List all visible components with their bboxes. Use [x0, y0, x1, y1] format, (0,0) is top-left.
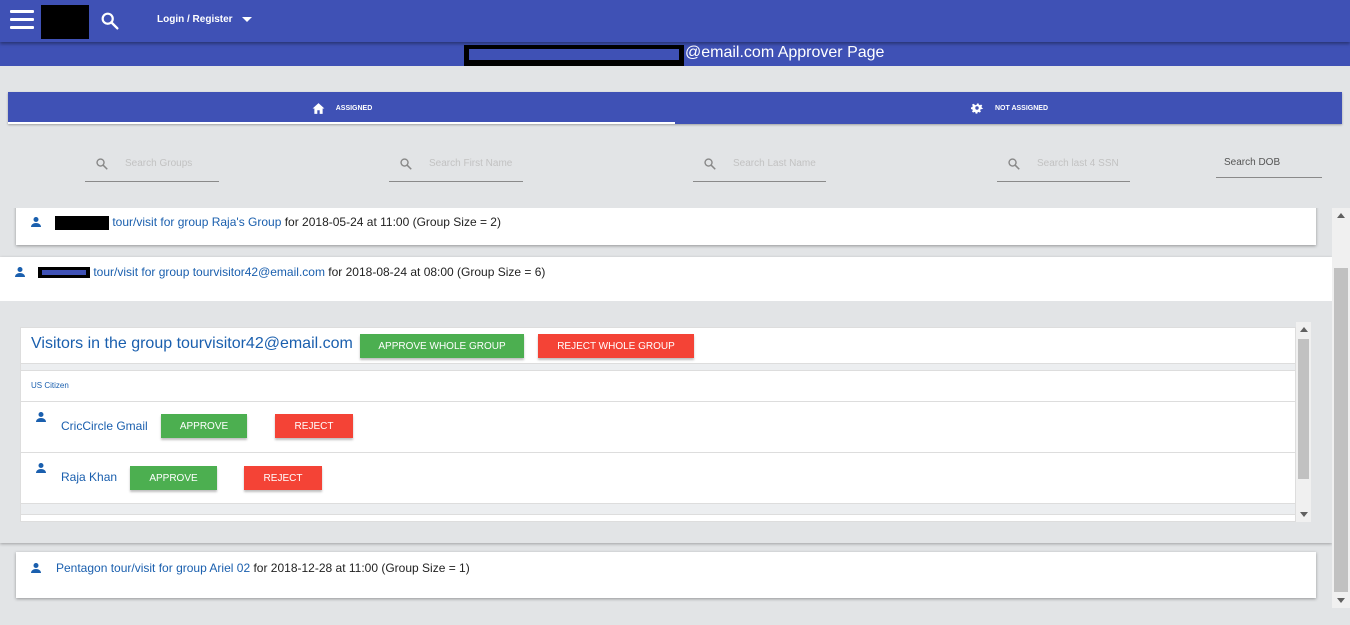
tour-details: for 2018-12-28 at 11:00 (Group Size = 1) — [253, 561, 470, 575]
search-dob-input[interactable] — [1224, 157, 1319, 168]
chevron-down-icon[interactable] — [242, 17, 252, 22]
tour-card[interactable]: Pentagon tour/visit for group Ariel 02 f… — [16, 552, 1316, 598]
tab-not-assigned[interactable]: NOT ASSIGNED — [675, 92, 1342, 124]
visitors-panel: Visitors in the group tourvisitor42@emai… — [20, 327, 1296, 522]
visitors-table: US Citizen CricCircle Gmail APPROVE REJE… — [21, 370, 1295, 504]
person-icon — [36, 412, 46, 422]
approve-whole-group-button[interactable]: APPROVE WHOLE GROUP — [360, 334, 524, 358]
search-last-name-input[interactable] — [733, 158, 823, 169]
scrollbar-thumb[interactable] — [1298, 339, 1309, 479]
scrollbar-thumb[interactable] — [1334, 268, 1348, 592]
page-title-bar: @email.com Approver Page — [0, 42, 1350, 66]
tab-assigned-label: ASSIGNED — [335, 104, 373, 112]
reject-button[interactable]: REJECT — [244, 466, 322, 490]
search-dob-field — [1216, 150, 1322, 178]
person-icon — [31, 563, 41, 573]
page-title: @email.com Approver Page — [685, 44, 885, 61]
person-icon — [15, 267, 25, 277]
top-app-bar: Login / Register — [0, 0, 1350, 42]
tour-row-text: Pentagon tour/visit for group Ariel 02 f… — [56, 561, 470, 575]
menu-icon[interactable] — [10, 10, 34, 30]
tour-details: for 2018-05-24 at 11:00 (Group Size = 2) — [284, 215, 501, 229]
tour-link[interactable]: tour/visit for group Raja's Group — [112, 215, 281, 229]
search-icon — [400, 158, 412, 170]
home-icon — [312, 102, 325, 114]
search-ssn-field — [997, 150, 1130, 182]
redacted-name — [38, 267, 90, 279]
scroll-up-icon[interactable] — [1300, 327, 1308, 332]
visitors-panel-header: Visitors in the group tourvisitor42@emai… — [21, 328, 1295, 364]
visitors-panel-title: Visitors in the group tourvisitor42@emai… — [31, 335, 353, 352]
tab-bar: ASSIGNED NOT ASSIGNED — [8, 92, 1342, 124]
tab-not-assigned-label: NOT ASSIGNED — [994, 104, 1049, 112]
tour-card-expanded: tour/visit for group tourvisitor42@email… — [0, 257, 1332, 543]
gear-icon — [970, 103, 984, 114]
person-icon — [31, 217, 41, 227]
scroll-down-icon[interactable] — [1337, 598, 1345, 603]
search-ssn-input[interactable] — [1037, 158, 1127, 169]
search-groups-field — [85, 150, 219, 182]
tour-card[interactable]: tour/visit for group Raja's Group for 20… — [16, 208, 1316, 245]
search-icon — [704, 158, 716, 170]
visitors-panel-scrollbar[interactable] — [1296, 322, 1311, 522]
tour-row-text: tour/visit for group Raja's Group for 20… — [55, 215, 501, 230]
search-last-name-field — [693, 150, 826, 182]
reject-whole-group-button[interactable]: REJECT WHOLE GROUP — [538, 334, 694, 358]
search-first-name-field — [389, 150, 523, 182]
visitor-name[interactable]: CricCircle Gmail — [61, 419, 148, 433]
person-icon — [36, 463, 46, 473]
logo[interactable] — [41, 5, 89, 39]
tour-list: tour/visit for group Raja's Group for 20… — [0, 208, 1332, 625]
tour-link[interactable]: Pentagon tour/visit for group Ariel 02 — [56, 561, 250, 575]
tour-details: for 2018-08-24 at 08:00 (Group Size = 6) — [328, 265, 546, 279]
visitor-row: Raja Khan APPROVE REJECT — [21, 452, 1295, 504]
search-icon — [96, 158, 108, 170]
search-groups-input[interactable] — [125, 158, 215, 169]
search-icon[interactable] — [99, 10, 121, 32]
login-register-link[interactable]: Login / Register — [157, 14, 233, 25]
search-icon — [1008, 158, 1020, 170]
visitor-name[interactable]: Raja Khan — [61, 470, 117, 484]
reject-button[interactable]: REJECT — [275, 414, 353, 438]
approve-button[interactable]: APPROVE — [161, 414, 247, 438]
tour-row-header[interactable]: tour/visit for group tourvisitor42@email… — [0, 257, 1332, 301]
tour-link[interactable]: tour/visit for group tourvisitor42@email… — [93, 265, 325, 279]
redacted-email — [464, 45, 684, 66]
redacted-name — [55, 215, 109, 230]
column-header-us-citizen: US Citizen — [31, 381, 69, 390]
tour-row-text: tour/visit for group tourvisitor42@email… — [38, 265, 545, 279]
approve-button[interactable]: APPROVE — [130, 466, 217, 490]
tab-assigned[interactable]: ASSIGNED — [8, 92, 675, 124]
scroll-down-icon[interactable] — [1300, 512, 1308, 517]
scroll-up-icon[interactable] — [1337, 213, 1345, 218]
page-scrollbar[interactable] — [1332, 208, 1350, 608]
search-first-name-input[interactable] — [429, 158, 519, 169]
visitor-row: CricCircle Gmail APPROVE REJECT — [21, 401, 1295, 453]
visitors-panel-footer — [21, 514, 1295, 521]
